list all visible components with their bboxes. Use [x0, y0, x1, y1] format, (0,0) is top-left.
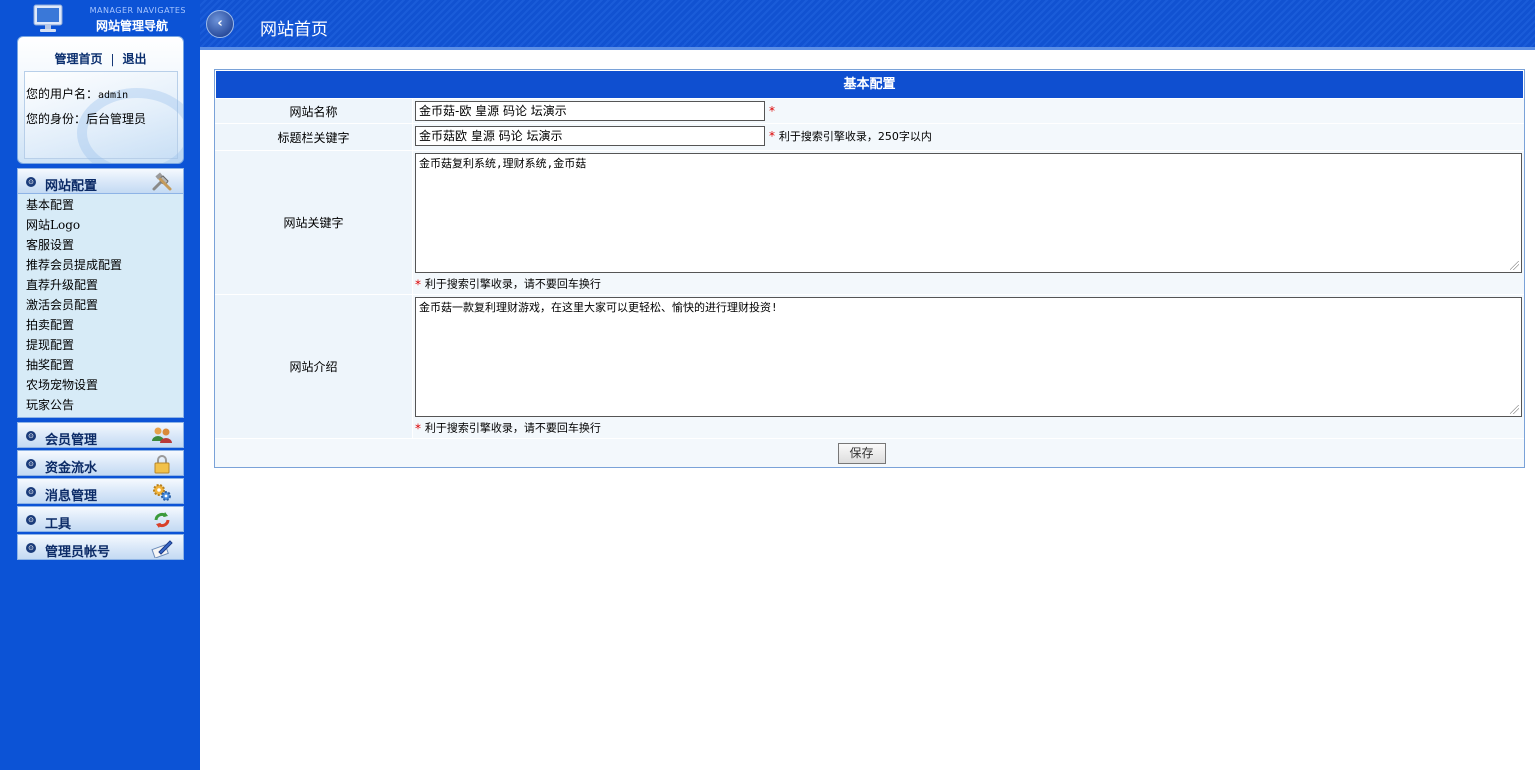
form-heading: 基本配置: [216, 71, 1523, 98]
menu-head-label: 工具: [45, 517, 72, 532]
row-site-name: 网站名称 金币菇-欧 皇源 码论 坛演示 *: [215, 99, 1524, 124]
menu-head-admin-accounts[interactable]: ⊙ 管理员帐号: [17, 534, 184, 560]
menu-head-site-config[interactable]: ⊙ 网站配置: [17, 168, 184, 194]
menu-item-direct-upgrade[interactable]: 直荐升级配置: [18, 275, 183, 295]
field-cell: 金币菇一款复利理财游戏，在这里大家可以更轻松、愉快的进行理财投资! * 利于搜索…: [413, 295, 1524, 438]
field-label: 网站介绍: [215, 295, 412, 438]
role-value: 后台管理员: [86, 112, 147, 126]
user-links: 管理首页 | 退出: [18, 50, 183, 67]
edit-icon: [151, 540, 173, 558]
expand-bullet-icon: ⊙: [26, 543, 36, 553]
logo-english-title: MANAGER NAVIGATES: [89, 6, 186, 15]
menu-head-label: 会员管理: [45, 433, 98, 448]
field-label: 网站关键字: [215, 151, 412, 294]
field-hint: 利于搜索引擎收录，请不要回车换行: [424, 277, 601, 291]
menu-item-auction-config[interactable]: 拍卖配置: [18, 315, 183, 335]
menu-head-label: 消息管理: [45, 489, 98, 504]
role-label: 您的身份：: [26, 112, 87, 126]
menu-list-site-config: 基本配置 网站Logo 客服设置 推荐会员提成配置 直荐升级配置 激活会员配置 …: [17, 194, 184, 418]
users-icon: [152, 427, 172, 443]
menu-section-funds: ⊙ 资金流水: [17, 450, 184, 476]
menu-head-label: 管理员帐号: [45, 545, 111, 560]
collapse-bullet-icon: ⊙: [26, 177, 36, 187]
menu-item-farm-pet[interactable]: 农场宠物设置: [18, 375, 183, 395]
logo-chinese-title: 网站管理导航: [95, 19, 168, 33]
required-mark: *: [769, 129, 775, 143]
menu-item-site-logo[interactable]: 网站Logo: [18, 215, 183, 235]
field-label: 标题栏关键字: [215, 124, 412, 150]
menu-head-label: 网站配置: [45, 179, 98, 194]
main-content: 基本配置 网站名称 金币菇-欧 皇源 码论 坛演示 * 标题栏关键字 金币菇欧 皇…: [200, 53, 1535, 770]
menu-section-members: ⊙ 会员管理: [17, 422, 184, 448]
field-cell: 金币菇-欧 皇源 码论 坛演示 *: [413, 99, 1524, 123]
expand-bullet-icon: ⊙: [26, 487, 36, 497]
top-bar: ‹ 网站首页: [200, 0, 1535, 50]
back-button[interactable]: ‹: [206, 10, 234, 38]
refresh-icon: [154, 512, 170, 528]
title-keywords-input[interactable]: 金币菇欧 皇源 码论 坛演示: [415, 126, 765, 146]
field-hint-line: * 利于搜索引擎收录，请不要回车换行: [415, 420, 1522, 436]
field-label: 网站名称: [215, 99, 412, 123]
tools-icon: [152, 172, 172, 191]
textarea-content: 金币菇复利系统,理财系统,金币菇: [419, 157, 587, 170]
row-site-keywords: 网站关键字 金币菇复利系统,理财系统,金币菇 * 利于搜索引擎收录，请不要回车换…: [215, 151, 1524, 295]
admin-home-link[interactable]: 管理首页: [54, 52, 102, 66]
basic-config-form: 基本配置 网站名称 金币菇-欧 皇源 码论 坛演示 * 标题栏关键字 金币菇欧 皇…: [214, 69, 1525, 468]
field-hint-line: * 利于搜索引擎收录，请不要回车换行: [415, 276, 1522, 292]
required-mark: *: [769, 104, 775, 118]
menu-head-tools[interactable]: ⊙ 工具: [17, 506, 184, 532]
textarea-content: 金币菇一款复利理财游戏，在这里大家可以更轻松、愉快的进行理财投资!: [419, 301, 778, 314]
expand-bullet-icon: ⊙: [26, 431, 36, 441]
menu-section-site-config: ⊙ 网站配置 基本配置 网站Logo 客服设置 推荐会员提成配置 直荐升级配置 …: [17, 168, 184, 418]
menu-item-customer-service[interactable]: 客服设置: [18, 235, 183, 255]
menu-item-player-notice[interactable]: 玩家公告: [18, 395, 183, 415]
field-hint: 利于搜索引擎收录，请不要回车换行: [424, 421, 601, 435]
field-cell: 金币菇欧 皇源 码论 坛演示 * 利于搜索引擎收录，250字以内: [413, 124, 1524, 150]
nav-logo: MANAGER NAVIGATES 网站管理导航: [20, 0, 190, 36]
logout-link[interactable]: 退出: [123, 52, 147, 66]
menu-head-messages[interactable]: ⊙ 消息管理: [17, 478, 184, 504]
menu-head-members[interactable]: ⊙ 会员管理: [17, 422, 184, 448]
menu-item-activation-config[interactable]: 激活会员配置: [18, 295, 183, 315]
form-actions: 保存: [215, 439, 1524, 467]
field-hint: 利于搜索引擎收录，250字以内: [778, 130, 932, 143]
required-mark: *: [415, 277, 421, 292]
site-intro-textarea[interactable]: 金币菇一款复利理财游戏，在这里大家可以更轻松、愉快的进行理财投资!: [415, 297, 1522, 417]
menu-item-referral-commission[interactable]: 推荐会员提成配置: [18, 255, 183, 275]
menu-item-lottery-config[interactable]: 抽奖配置: [18, 355, 183, 375]
page-title: 网站首页: [260, 20, 328, 40]
menu-section-admin-accounts: ⊙ 管理员帐号: [17, 534, 184, 560]
menu-section-messages: ⊙ 消息管理: [17, 478, 184, 504]
sidebar: MANAGER NAVIGATES 网站管理导航 管理首页 | 退出 您的用户名：a…: [0, 0, 200, 770]
resize-grip-icon[interactable]: [1510, 405, 1519, 414]
menu-item-withdraw-config[interactable]: 提现配置: [18, 335, 183, 355]
expand-bullet-icon: ⊙: [26, 515, 36, 525]
save-button[interactable]: 保存: [837, 442, 886, 464]
role-line: 您的身份：后台管理员: [26, 110, 146, 127]
username-value: admin: [98, 90, 129, 101]
required-mark: *: [415, 421, 421, 436]
menu-head-funds[interactable]: ⊙ 资金流水: [17, 450, 184, 476]
field-cell: 金币菇复利系统,理财系统,金币菇 * 利于搜索引擎收录，请不要回车换行: [413, 151, 1524, 294]
row-site-intro: 网站介绍 金币菇一款复利理财游戏，在这里大家可以更轻松、愉快的进行理财投资! *…: [215, 295, 1524, 439]
menu-section-tools: ⊙ 工具: [17, 506, 184, 532]
site-name-input[interactable]: 金币菇-欧 皇源 码论 坛演示: [415, 101, 765, 121]
menu-item-basic-config[interactable]: 基本配置: [18, 195, 183, 215]
resize-grip-icon[interactable]: [1510, 261, 1519, 270]
lock-icon: [154, 455, 170, 474]
link-separator: |: [110, 52, 115, 66]
site-keywords-textarea[interactable]: 金币菇复利系统,理财系统,金币菇: [415, 153, 1522, 273]
monitor-icon: [33, 4, 63, 32]
username-line: 您的用户名：admin: [26, 85, 128, 102]
menu-head-label: 资金流水: [45, 461, 98, 476]
username-label: 您的用户名：: [26, 87, 99, 101]
expand-bullet-icon: ⊙: [26, 459, 36, 469]
user-panel: 管理首页 | 退出 您的用户名：admin 您的身份：后台管理员: [17, 36, 184, 164]
row-title-keywords: 标题栏关键字 金币菇欧 皇源 码论 坛演示 * 利于搜索引擎收录，250字以内: [215, 124, 1524, 151]
gears-icon: [153, 484, 171, 501]
